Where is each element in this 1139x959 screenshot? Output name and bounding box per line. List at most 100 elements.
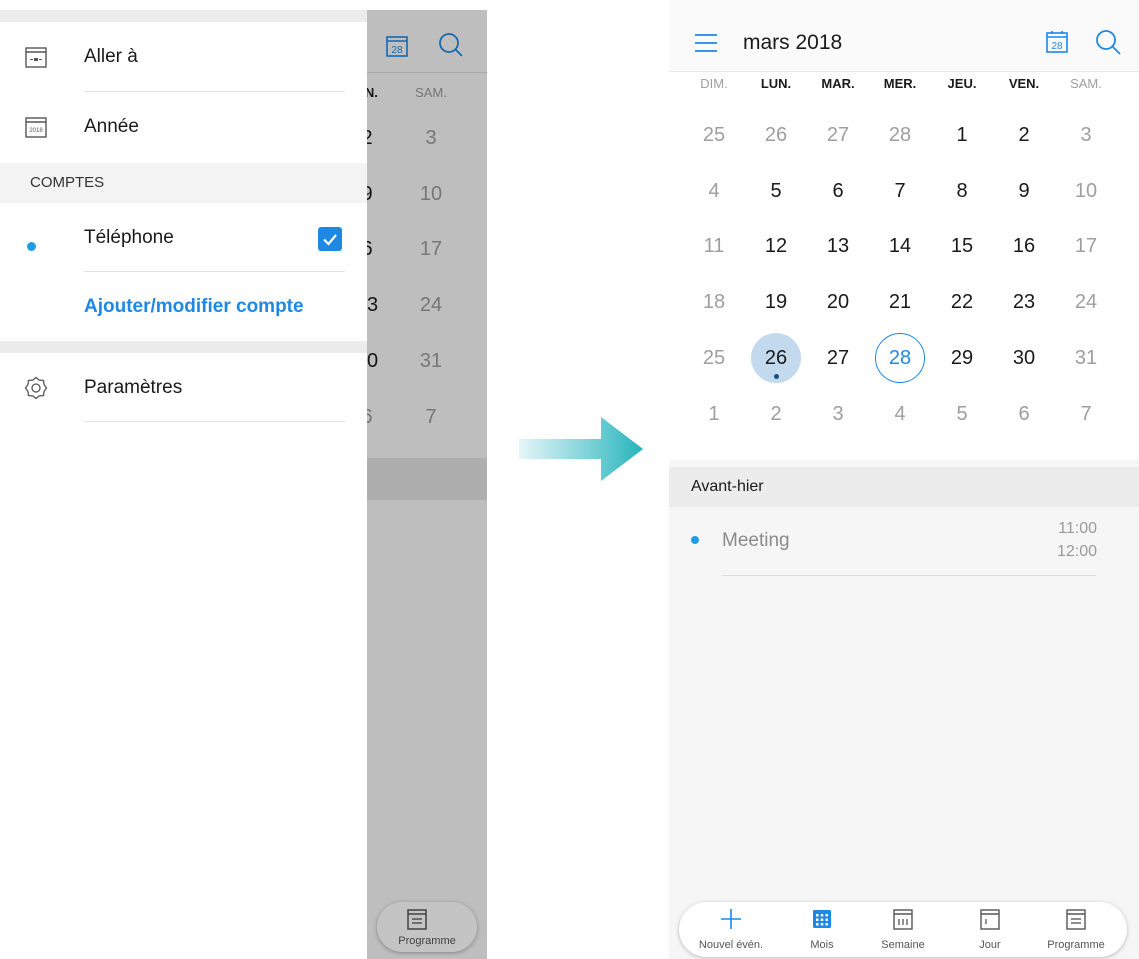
drawer-item-label: Aller à	[84, 46, 138, 67]
calendar-icon-date: 28	[391, 45, 403, 56]
nav-label: Semaine	[881, 939, 925, 951]
weekday-header: DIM.	[700, 76, 728, 91]
day-cell[interactable]: 31	[1061, 338, 1111, 378]
bottom-navigation: Nouvel évén. Mois Semaine Jour Programme	[679, 902, 1127, 957]
day-cell[interactable]: 25	[689, 338, 739, 378]
left-screenshot: 28 EN. SAM. 23 910 617 2324 3031 67 Prog…	[0, 0, 487, 959]
day-cell[interactable]: 19	[751, 282, 801, 322]
day-cell[interactable]: 14	[875, 226, 925, 266]
checkmark-icon	[323, 234, 337, 246]
day-cell[interactable]: 18	[689, 282, 739, 322]
day-cell[interactable]: 8	[937, 171, 987, 211]
agenda-band	[367, 458, 487, 500]
goto-date-icon	[25, 47, 47, 68]
nav-label: Jour	[979, 939, 1001, 951]
search-icon[interactable]	[437, 31, 465, 59]
event-color-dot	[691, 536, 699, 544]
today-icon-date: 28	[1051, 41, 1063, 52]
year-icon-text: 2018	[29, 128, 43, 134]
day-cell[interactable]: 1	[689, 394, 739, 434]
day-cell[interactable]: 7	[406, 397, 456, 437]
day-cell[interactable]: 5	[937, 394, 987, 434]
weekday-header: VEN.	[1008, 76, 1040, 91]
nav-new-event[interactable]: Nouvel évén.	[691, 902, 771, 957]
day-cell[interactable]: 10	[406, 174, 456, 214]
day-cell[interactable]: 25	[689, 115, 739, 155]
top-bar: mars 2018 28	[669, 0, 1139, 72]
day-cell[interactable]: 23	[999, 282, 1049, 322]
day-cell[interactable]: 1	[937, 115, 987, 155]
agenda-list-icon	[1066, 909, 1086, 930]
day-cell[interactable]: 7	[1061, 394, 1111, 434]
nav-month[interactable]: Mois	[782, 902, 862, 957]
day-cell[interactable]: 3	[1061, 115, 1111, 155]
navigation-drawer: Aller à 2018 Année COMPTES Téléphone Ajo…	[0, 10, 367, 959]
day-cell[interactable]: 6	[813, 171, 863, 211]
week-view-icon	[893, 909, 913, 930]
month-grid-icon	[813, 910, 831, 928]
nav-label: Nouvel évén.	[698, 939, 764, 951]
bottom-nav-label: Programme	[398, 935, 456, 947]
day-cell[interactable]: 2	[751, 394, 801, 434]
day-cell[interactable]: 10	[1061, 171, 1111, 211]
search-icon[interactable]	[1094, 28, 1122, 56]
status-strip	[0, 0, 487, 10]
right-screenshot: mars 2018 28 DIM. LUN. MAR. MER. JEU. VEN. SAM…	[669, 0, 1139, 959]
day-cell[interactable]: 15	[937, 226, 987, 266]
event-title: Meeting	[722, 530, 790, 551]
day-cell[interactable]: 7	[875, 171, 925, 211]
day-cell[interactable]: 11	[689, 226, 739, 266]
drawer-gap	[0, 10, 367, 22]
day-cell[interactable]: 6	[999, 394, 1049, 434]
month-title[interactable]: mars 2018	[743, 0, 842, 86]
nav-week[interactable]: Semaine	[863, 902, 943, 957]
day-cell[interactable]: 9	[999, 171, 1049, 211]
day-cell[interactable]: 30	[999, 338, 1049, 378]
today-calendar-icon[interactable]: 28	[1046, 30, 1068, 54]
day-cell[interactable]: 4	[689, 171, 739, 211]
account-checkbox[interactable]	[318, 227, 342, 251]
account-item-phone[interactable]: Téléphone	[0, 203, 367, 273]
day-cell[interactable]: 28	[875, 115, 925, 155]
day-cell[interactable]: 13	[813, 226, 863, 266]
account-color-dot	[27, 242, 36, 251]
drawer-item-goto[interactable]: Aller à	[0, 22, 367, 92]
day-cell[interactable]: 26	[751, 338, 801, 378]
divider	[84, 421, 345, 422]
add-icon	[721, 909, 741, 929]
year-calendar-icon: 2018	[25, 117, 47, 138]
bottom-nav-programme[interactable]: Programme	[377, 902, 477, 952]
day-cell[interactable]: 27	[813, 115, 863, 155]
event-item[interactable]: Meeting 11:00 12:00	[669, 510, 1139, 576]
nav-label: Programme	[1047, 939, 1105, 951]
day-cell[interactable]: 27	[813, 338, 863, 378]
day-cell[interactable]: 3	[406, 118, 456, 158]
add-modify-account-link[interactable]: Ajouter/modifier compte	[84, 280, 304, 334]
drawer-item-settings[interactable]: Paramètres	[0, 353, 367, 423]
section-header-label: COMPTES	[30, 174, 105, 191]
day-cell[interactable]: 17	[1061, 226, 1111, 266]
day-cell[interactable]: 22	[937, 282, 987, 322]
day-cell[interactable]: 20	[813, 282, 863, 322]
day-cell[interactable]: 31	[406, 341, 456, 381]
day-cell[interactable]: 3	[813, 394, 863, 434]
nav-agenda[interactable]: Programme	[1036, 902, 1116, 957]
day-cell[interactable]: 24	[1061, 282, 1111, 322]
day-cell[interactable]: 26	[751, 115, 801, 155]
nav-day[interactable]: Jour	[950, 902, 1030, 957]
calendar-icon[interactable]: 28	[385, 34, 409, 58]
day-cell[interactable]: 16	[999, 226, 1049, 266]
weekday-header: JEU.	[947, 76, 977, 91]
day-cell[interactable]: 2	[999, 115, 1049, 155]
day-cell[interactable]: 24	[406, 285, 456, 325]
day-cell[interactable]: 4	[875, 394, 925, 434]
day-cell[interactable]: 28	[875, 338, 925, 378]
day-cell[interactable]: 12	[751, 226, 801, 266]
day-cell[interactable]: 17	[406, 229, 456, 269]
event-start-time: 11:00	[1058, 520, 1097, 537]
day-cell[interactable]: 21	[875, 282, 925, 322]
day-cell[interactable]: 5	[751, 171, 801, 211]
hamburger-menu-icon[interactable]	[695, 33, 717, 53]
day-cell[interactable]: 29	[937, 338, 987, 378]
drawer-item-year[interactable]: 2018 Année	[0, 92, 367, 162]
